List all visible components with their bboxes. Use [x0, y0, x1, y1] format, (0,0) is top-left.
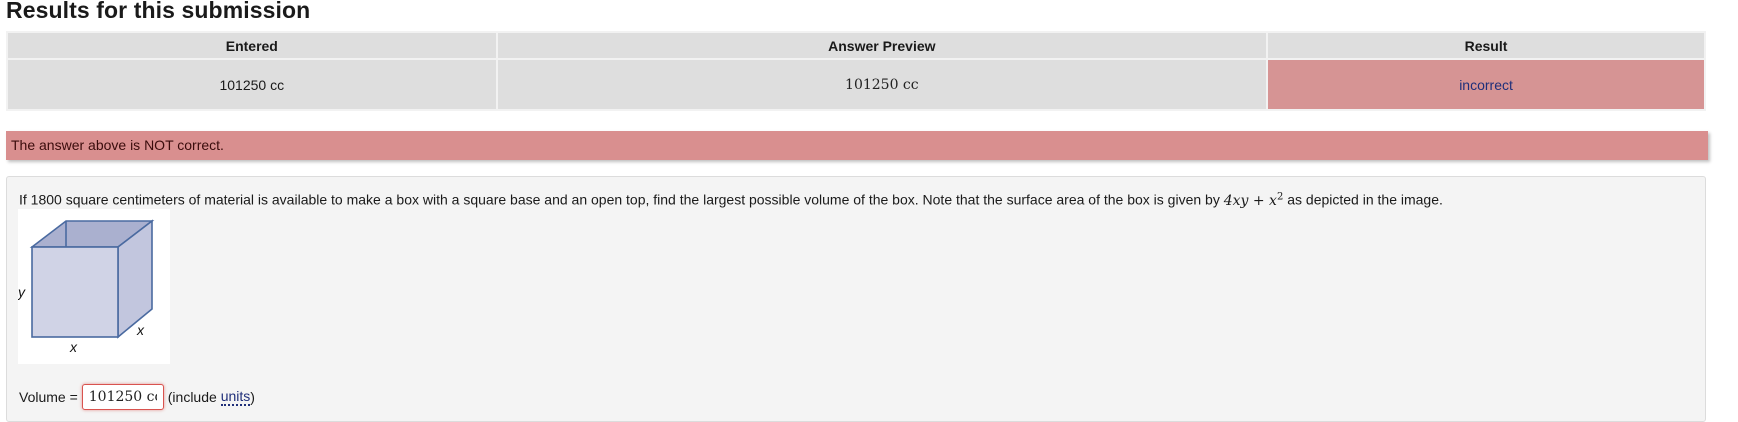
answer-preview-cell: 101250 cc — [497, 60, 1267, 109]
header-entered: Entered — [8, 33, 496, 58]
label-x-front: x — [69, 339, 78, 355]
units-link[interactable]: units — [220, 388, 251, 406]
label-x-side: x — [136, 322, 145, 338]
results-table: Entered Answer Preview Result 101250 cc … — [6, 31, 1706, 111]
problem-statement: If 1800 square centimeters of material i… — [19, 191, 1443, 209]
results-heading: Results for this submission — [6, 0, 311, 23]
entered-cell: 101250 cc — [8, 60, 496, 109]
box-diagram: y x x — [17, 219, 155, 355]
label-y: y — [18, 284, 26, 300]
results-row: 101250 cc 101250 cc incorrect — [8, 60, 1704, 109]
problem-text-before: If 1800 square centimeters of material i… — [19, 191, 1220, 208]
header-answer-preview: Answer Preview — [497, 33, 1267, 58]
surface-area-formula: 4xy + x2 — [1223, 191, 1284, 209]
results-header-row: Entered Answer Preview Result — [8, 33, 1704, 58]
result-cell: incorrect — [1268, 60, 1704, 109]
box-front-face — [31, 246, 119, 338]
include-text: (include — [167, 389, 217, 405]
box-figure: y x x — [17, 209, 170, 364]
answer-row: Volume = (include units) — [19, 383, 255, 411]
header-result: Result — [1268, 33, 1704, 58]
volume-answer-input[interactable] — [81, 384, 164, 410]
include-close: ) — [250, 389, 255, 405]
formula-main: 4xy + x — [1223, 192, 1277, 209]
formula-exponent: 2 — [1276, 191, 1284, 202]
problem-panel: If 1800 square centimeters of material i… — [6, 176, 1706, 422]
volume-label: Volume = — [19, 389, 78, 405]
incorrect-alert: The answer above is NOT correct. — [6, 131, 1708, 160]
problem-text-after: as depicted in the image. — [1287, 191, 1443, 208]
